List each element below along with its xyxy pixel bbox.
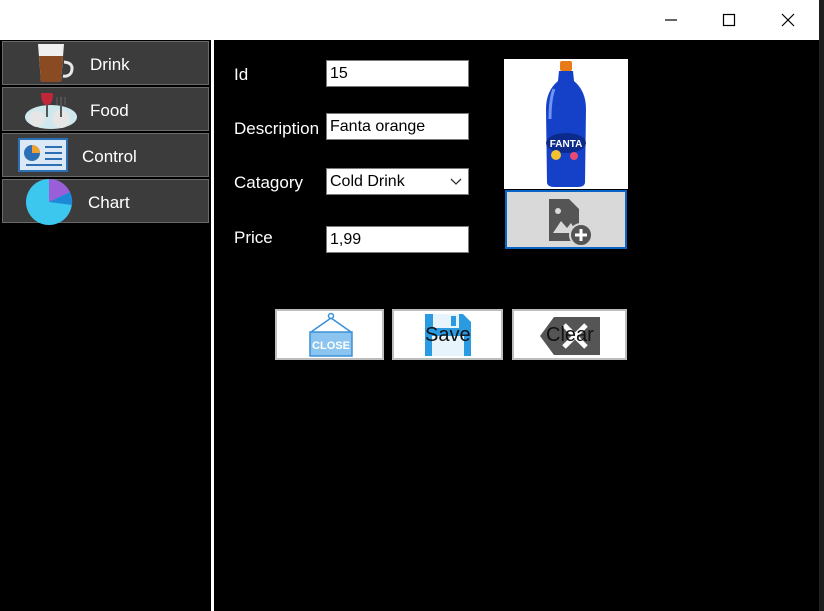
add-image-icon: [549, 199, 593, 247]
price-field[interactable]: [326, 226, 469, 253]
id-field[interactable]: [326, 60, 469, 87]
sidebar-divider: [211, 40, 214, 611]
category-label: Catagory: [234, 173, 303, 192]
sidebar-item-food[interactable]: Food: [2, 87, 209, 131]
sidebar-item-label: Food: [90, 101, 129, 120]
food-icon: [25, 93, 77, 129]
chevron-down-icon: [450, 178, 462, 185]
sidebar-item-label: Drink: [90, 55, 130, 74]
sidebar-item-label: Control: [82, 147, 137, 166]
soda-bottle-image: FANTA: [546, 61, 586, 187]
product-image: FANTA: [504, 59, 628, 189]
maximize-button[interactable]: [700, 0, 758, 40]
svg-text:FANTA: FANTA: [550, 139, 583, 150]
coffee-cup-icon: [38, 44, 74, 82]
save-button[interactable]: Save: [392, 309, 503, 360]
app-window: Drink Food Control Chart Id 15 Descripti…: [0, 0, 819, 611]
maximize-icon: [722, 13, 736, 27]
dashboard-icon: [18, 138, 68, 172]
minimize-button[interactable]: [642, 0, 700, 40]
category-select[interactable]: Cold Drink: [326, 168, 469, 195]
price-label: Price: [234, 228, 273, 247]
id-label: Id: [234, 65, 249, 84]
close-icon: [781, 13, 795, 27]
add-image-button[interactable]: [505, 190, 627, 249]
background-window-edge: [819, 0, 824, 611]
close-window-button[interactable]: [759, 0, 817, 40]
description-label: Description: [234, 119, 320, 138]
title-bar: [0, 0, 819, 40]
close-sign-icon: CLOSE: [309, 312, 353, 357]
sidebar-item-drink[interactable]: Drink: [2, 41, 209, 85]
save-label: Save: [425, 324, 471, 346]
pie-chart-icon: [26, 178, 73, 225]
sidebar-item-control[interactable]: Control: [2, 133, 209, 177]
clear-label: Clear: [546, 324, 594, 346]
clear-button[interactable]: Clear: [512, 309, 627, 360]
sidebar-item-label: Chart: [88, 193, 130, 212]
sidebar: Drink Food Control Chart: [0, 40, 211, 611]
minimize-icon: [665, 19, 677, 21]
category-selected-value: Cold Drink: [330, 172, 405, 190]
close-sign-text: CLOSE: [312, 340, 350, 352]
close-button[interactable]: CLOSE: [275, 309, 384, 360]
sidebar-item-chart[interactable]: Chart: [2, 178, 209, 225]
description-field[interactable]: [326, 113, 469, 140]
